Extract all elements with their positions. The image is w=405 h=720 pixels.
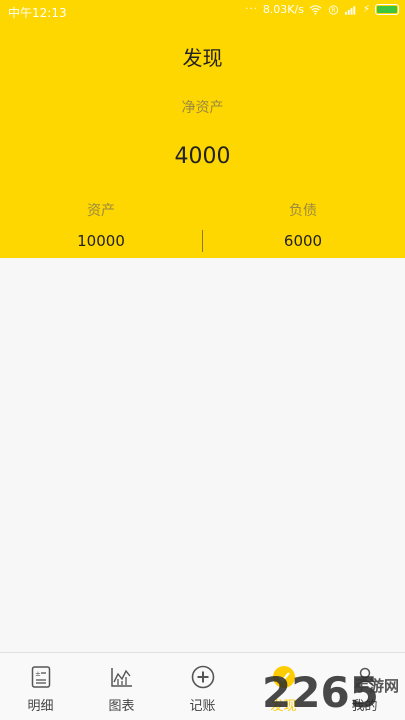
status-indicators: ··· 8.03K/s R ⚡ bbox=[245, 3, 399, 16]
network-speed: 8.03K/s bbox=[262, 3, 304, 16]
charging-icon: ⚡ bbox=[362, 4, 370, 15]
assets-label: 资产 bbox=[87, 203, 115, 219]
document-icon: ± bbox=[31, 666, 51, 688]
page-title: 发现 bbox=[182, 46, 223, 70]
watermark-site: 手游网 bbox=[354, 677, 399, 695]
add-circle-icon bbox=[191, 665, 215, 689]
status-time: 中午12:13 bbox=[8, 6, 67, 20]
header-panel: 中午12:13 ··· 8.03K/s R ⚡ 发现 净资产 4000 资产 1… bbox=[0, 0, 405, 258]
net-assets-label: 净资产 bbox=[181, 100, 224, 116]
tab-label: 记账 bbox=[189, 699, 216, 714]
chart-icon bbox=[111, 668, 132, 687]
net-assets-value: 4000 bbox=[174, 144, 231, 169]
liabilities-value: 6000 bbox=[283, 232, 323, 250]
tab-record[interactable]: 记账 bbox=[162, 653, 243, 720]
liabilities-label: 负债 bbox=[289, 203, 317, 219]
tab-label: 图表 bbox=[108, 699, 135, 714]
notification-dots: ··· bbox=[245, 4, 258, 15]
wifi-icon bbox=[309, 4, 322, 15]
tab-label: 明细 bbox=[27, 699, 54, 714]
watermark-logo: 2265 手游网 bbox=[262, 668, 399, 717]
signal-icon bbox=[344, 5, 356, 15]
svg-text:R: R bbox=[331, 8, 335, 14]
tab-details[interactable]: ± 明细 bbox=[0, 653, 81, 720]
sim-icon: R bbox=[328, 4, 339, 15]
tab-charts[interactable]: 图表 bbox=[81, 653, 162, 720]
svg-text:±: ± bbox=[35, 670, 41, 678]
assets-value: 10000 bbox=[77, 232, 125, 250]
status-bar: 中午12:13 ··· 8.03K/s R ⚡ bbox=[0, 0, 405, 24]
content-area bbox=[0, 258, 405, 652]
battery-icon bbox=[375, 4, 399, 15]
